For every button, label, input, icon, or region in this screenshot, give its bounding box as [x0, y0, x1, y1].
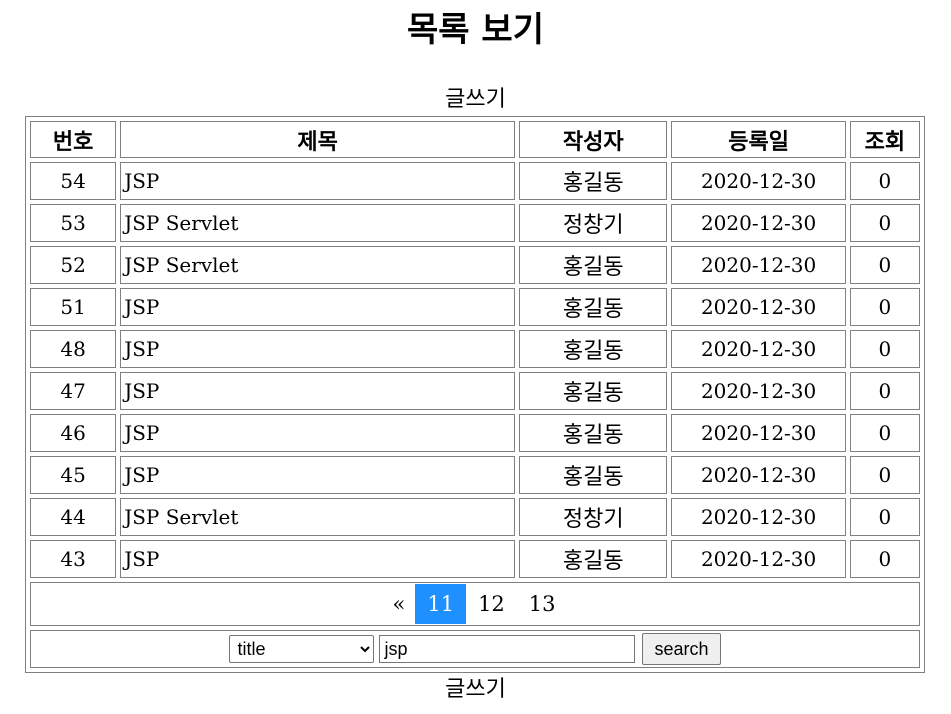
cell-num: 51: [30, 288, 117, 326]
table-row[interactable]: 52 JSP Servlet 홍길동 2020-12-30 0: [30, 246, 920, 284]
cell-date: 2020-12-30: [671, 162, 846, 200]
search-input[interactable]: [379, 635, 636, 663]
header-author: 작성자: [519, 121, 668, 158]
header-row: 번호 제목 작성자 등록일 조회: [30, 121, 920, 158]
cell-views: 0: [849, 204, 920, 242]
cell-views: 0: [849, 498, 920, 536]
table-row[interactable]: 51 JSP 홍길동 2020-12-30 0: [30, 288, 920, 326]
search-row: title search: [30, 630, 920, 668]
cell-title[interactable]: JSP: [120, 414, 516, 452]
table-row[interactable]: 44 JSP Servlet 정창기 2020-12-30 0: [30, 498, 920, 536]
cell-views: 0: [849, 372, 920, 410]
cell-num: 52: [30, 246, 117, 284]
cell-views: 0: [849, 456, 920, 494]
cell-title[interactable]: JSP Servlet: [120, 498, 516, 536]
cell-views: 0: [849, 246, 920, 284]
cell-title[interactable]: JSP: [120, 162, 516, 200]
header-views: 조회: [849, 121, 920, 158]
table-row[interactable]: 53 JSP Servlet 정창기 2020-12-30 0: [30, 204, 920, 242]
board-table: 번호 제목 작성자 등록일 조회 54 JSP 홍길동 2020-12-30 0 53 JS…: [25, 116, 925, 673]
page-title: 목록 보기: [407, 10, 544, 50]
cell-num: 47: [30, 372, 117, 410]
cell-date: 2020-12-30: [671, 540, 846, 578]
cell-views: 0: [849, 540, 920, 578]
cell-num: 43: [30, 540, 117, 578]
header-title: 제목: [120, 121, 516, 158]
write-link-top[interactable]: 글쓰기: [0, 86, 951, 114]
cell-num: 48: [30, 330, 117, 368]
cell-views: 0: [849, 414, 920, 452]
cell-num: 45: [30, 456, 117, 494]
page-number-12[interactable]: 12: [466, 584, 517, 624]
cell-date: 2020-12-30: [671, 204, 846, 242]
header-num: 번호: [30, 121, 117, 158]
pagination-row: « 11 12 13: [30, 582, 920, 626]
cell-author: 홍길동: [519, 330, 668, 368]
cell-date: 2020-12-30: [671, 330, 846, 368]
write-link-bottom[interactable]: 글쓰기: [0, 676, 951, 704]
header-date: 등록일: [671, 121, 846, 158]
cell-num: 54: [30, 162, 117, 200]
prev-page-button[interactable]: «: [382, 584, 415, 624]
cell-title[interactable]: JSP Servlet: [120, 246, 516, 284]
cell-author: 홍길동: [519, 372, 668, 410]
page-number-13[interactable]: 13: [517, 584, 568, 624]
cell-num: 46: [30, 414, 117, 452]
cell-author: 홍길동: [519, 540, 668, 578]
cell-title[interactable]: JSP: [120, 540, 516, 578]
cell-date: 2020-12-30: [671, 456, 846, 494]
cell-author: 정창기: [519, 498, 668, 536]
search-form: title search: [229, 633, 721, 665]
table-row[interactable]: 47 JSP 홍길동 2020-12-30 0: [30, 372, 920, 410]
cell-date: 2020-12-30: [671, 288, 846, 326]
table-row[interactable]: 43 JSP 홍길동 2020-12-30 0: [30, 540, 920, 578]
table-row[interactable]: 48 JSP 홍길동 2020-12-30 0: [30, 330, 920, 368]
cell-date: 2020-12-30: [671, 498, 846, 536]
table-row[interactable]: 45 JSP 홍길동 2020-12-30 0: [30, 456, 920, 494]
cell-author: 홍길동: [519, 246, 668, 284]
cell-author: 정창기: [519, 204, 668, 242]
pagination-cell: « 11 12 13: [30, 582, 920, 626]
cell-num: 44: [30, 498, 117, 536]
cell-author: 홍길동: [519, 456, 668, 494]
cell-date: 2020-12-30: [671, 414, 846, 452]
search-cell: title search: [30, 630, 920, 668]
cell-date: 2020-12-30: [671, 372, 846, 410]
cell-views: 0: [849, 162, 920, 200]
cell-title[interactable]: JSP Servlet: [120, 204, 516, 242]
cell-author: 홍길동: [519, 414, 668, 452]
cell-title[interactable]: JSP: [120, 288, 516, 326]
table-row[interactable]: 54 JSP 홍길동 2020-12-30 0: [30, 162, 920, 200]
cell-title[interactable]: JSP: [120, 456, 516, 494]
cell-date: 2020-12-30: [671, 246, 846, 284]
cell-views: 0: [849, 330, 920, 368]
cell-num: 53: [30, 204, 117, 242]
cell-views: 0: [849, 288, 920, 326]
cell-author: 홍길동: [519, 288, 668, 326]
page-number-11[interactable]: 11: [415, 584, 467, 624]
cell-title[interactable]: JSP: [120, 372, 516, 410]
search-field-select[interactable]: title: [229, 635, 375, 663]
pagination: « 11 12 13: [382, 584, 567, 624]
table-row[interactable]: 46 JSP 홍길동 2020-12-30 0: [30, 414, 920, 452]
cell-title[interactable]: JSP: [120, 330, 516, 368]
cell-author: 홍길동: [519, 162, 668, 200]
search-button[interactable]: search: [642, 633, 721, 665]
